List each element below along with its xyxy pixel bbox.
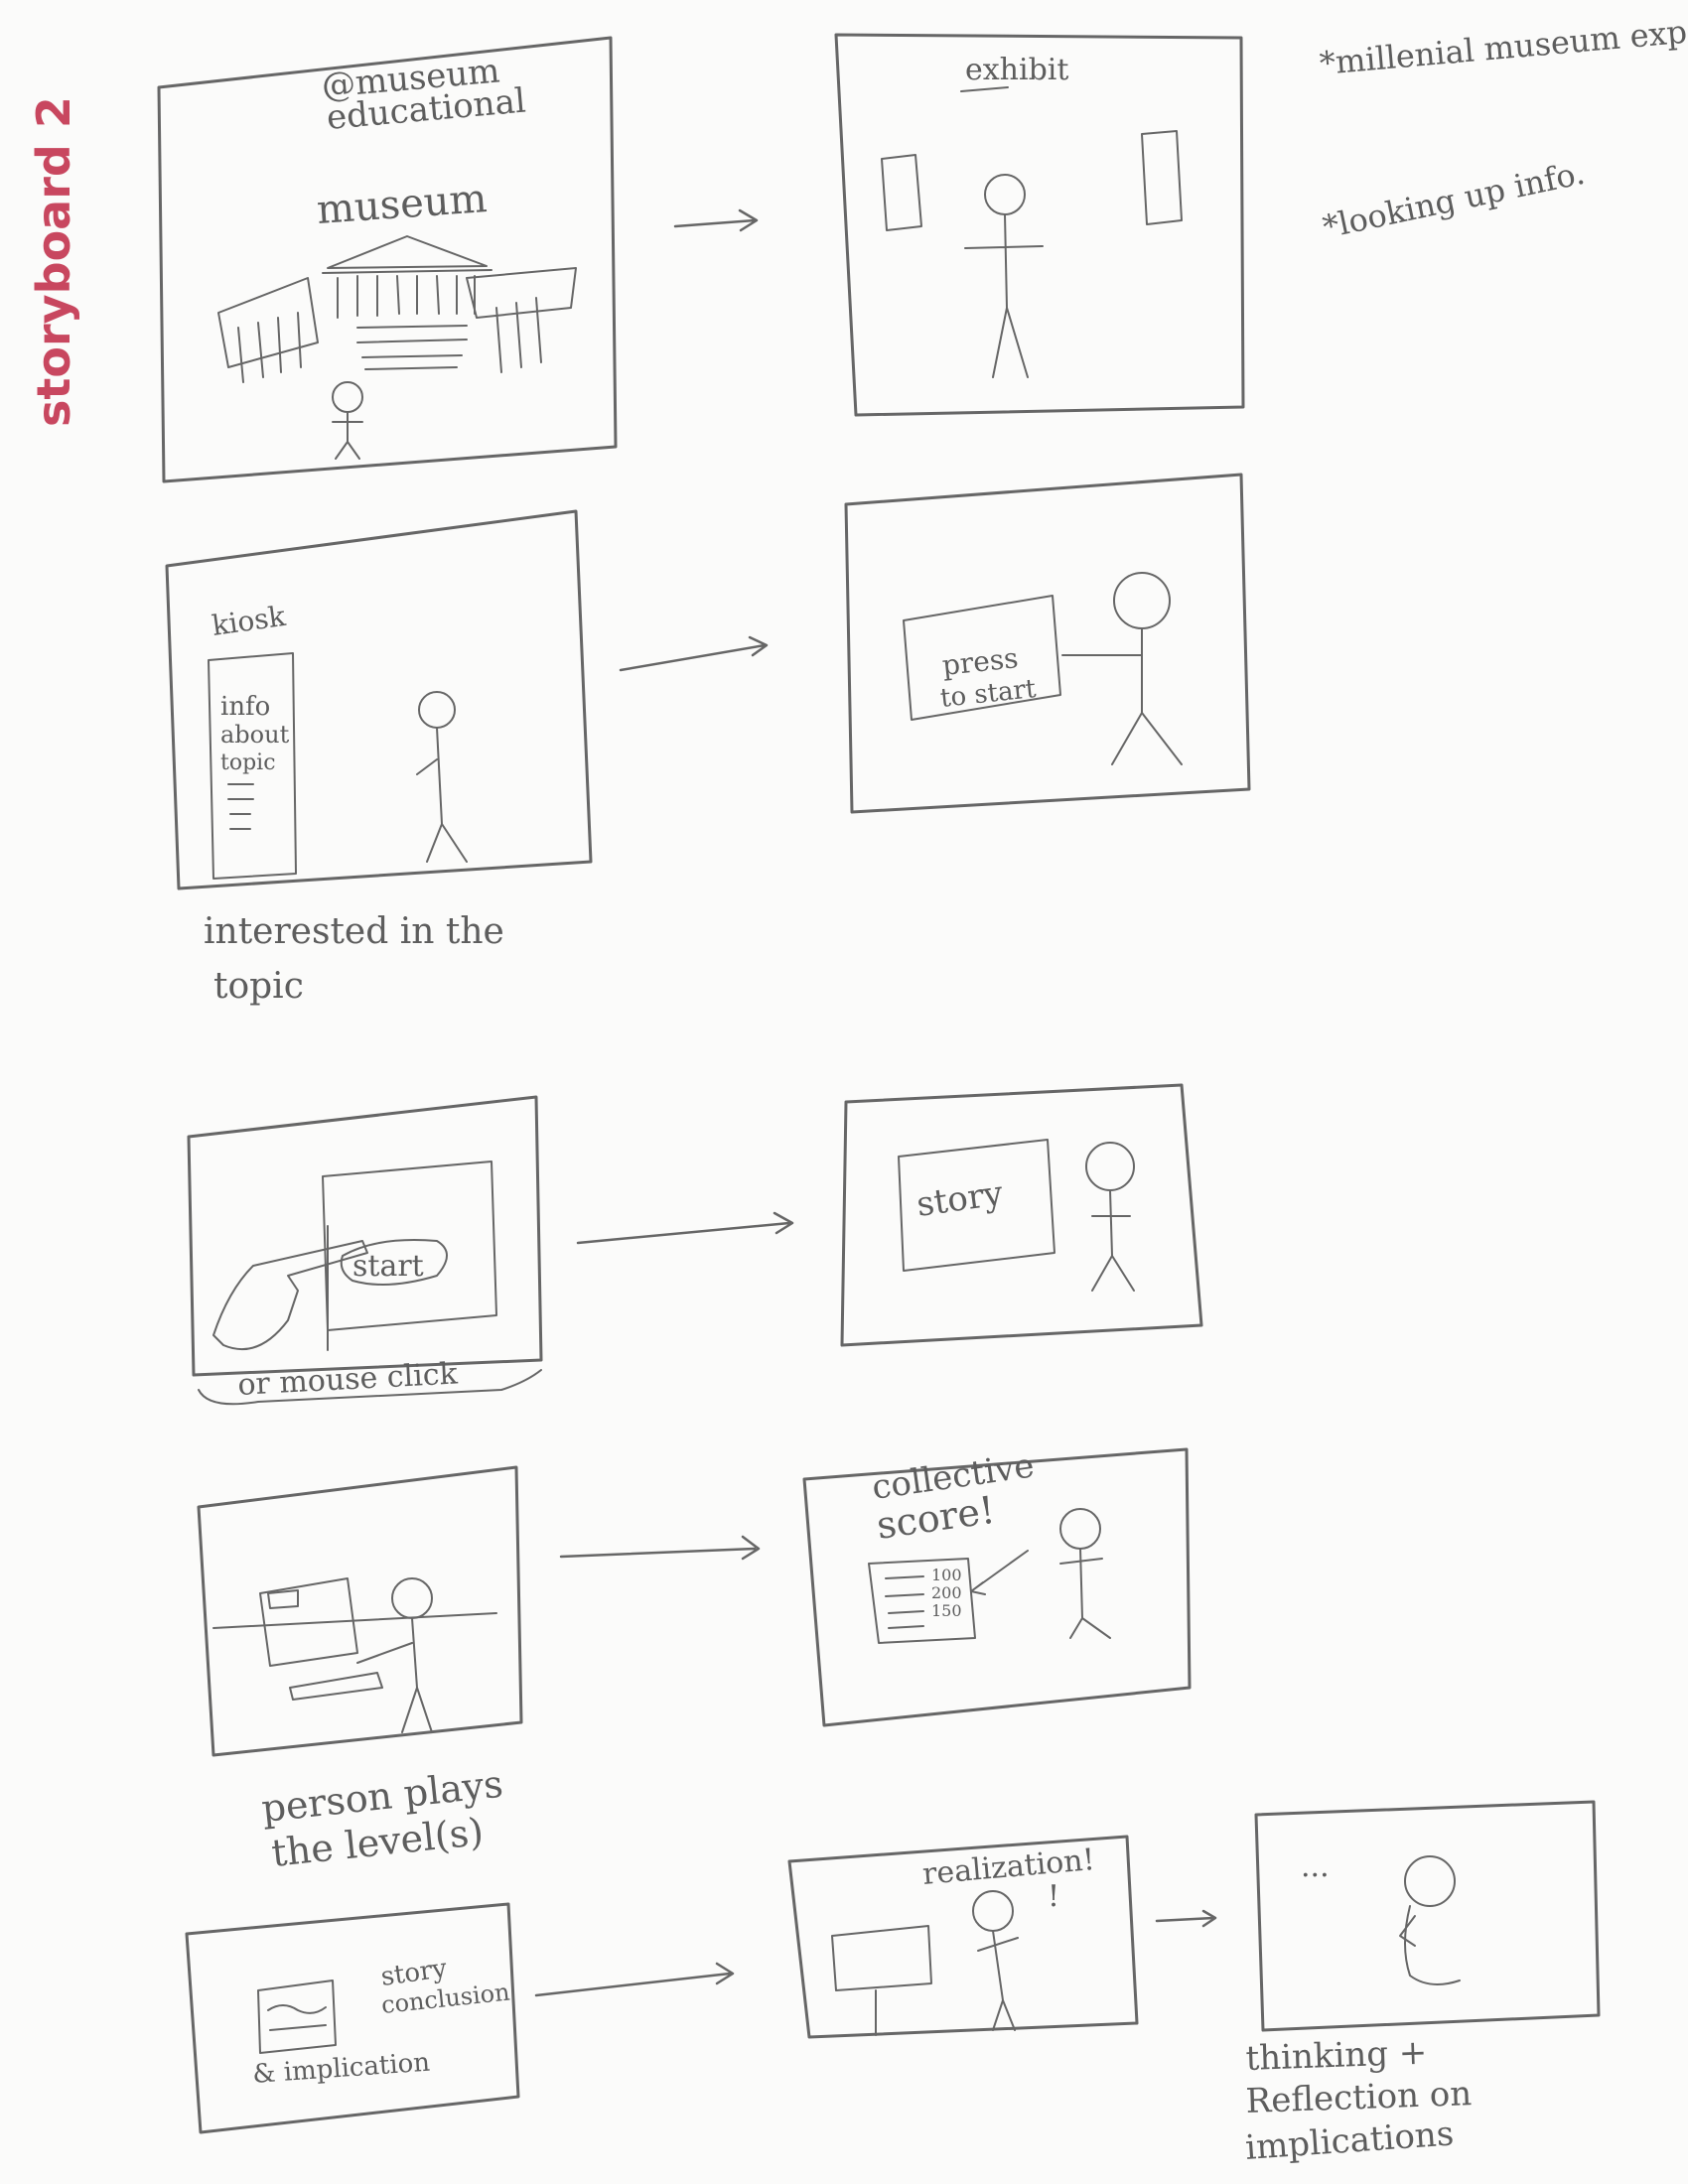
- caption-implications: implications: [1244, 2114, 1456, 2168]
- visitor-figure-icon: [416, 691, 468, 863]
- frame-kiosk-info: info: [220, 692, 270, 722]
- arrow-2: [619, 635, 769, 672]
- frame-museum-exterior: @museum educational museum: [157, 36, 618, 483]
- frame-kiosk-topic: topic: [220, 751, 276, 775]
- frame-story-label: story: [914, 1173, 1007, 1225]
- score-value-3: 150: [931, 1601, 962, 1620]
- note-looking-up-info: *looking up info.: [1320, 154, 1589, 246]
- arrow-1: [673, 208, 759, 232]
- frame-start-caption: or mouse click: [237, 1356, 460, 1403]
- frame-realization-exclaim: !: [1048, 1879, 1059, 1914]
- frame-exhibit: exhibit: [834, 33, 1245, 417]
- frame-press-to-start: press to start: [844, 473, 1251, 814]
- caption-thinking: thinking +: [1245, 2033, 1428, 2079]
- caption-interested: interested in the: [204, 911, 504, 952]
- pointing-hand-icon: [212, 1225, 368, 1351]
- frame-story-conclusion: story conclusion & implication: [185, 1902, 520, 2134]
- museum-building-icon: [217, 235, 577, 383]
- arrow-3: [576, 1211, 794, 1245]
- frame-thinking-dots: ...: [1301, 1849, 1330, 1884]
- visitor-figure-icon: [332, 381, 363, 460]
- arrow-6: [1155, 1909, 1217, 1928]
- frame-conclusion-implication: & implication: [251, 2048, 431, 2090]
- visitor-figure-icon: [1085, 1142, 1135, 1292]
- frame-thinking-caption: thinking + Reflection on implications: [1244, 2033, 1473, 2168]
- frame-start-click: start or mouse click: [187, 1095, 543, 1406]
- frame-museum-label: museum: [315, 176, 488, 233]
- score-value-2: 200: [931, 1583, 962, 1602]
- frame-kiosk-about: about: [220, 721, 290, 749]
- frame-exhibit-label: exhibit: [965, 53, 1068, 87]
- arrow-5: [534, 1962, 735, 1997]
- caption-topic: topic: [213, 966, 304, 1007]
- visitor-figure-icon: [964, 174, 1044, 378]
- note-millenial: *millenial museum experience: [1318, 2, 1688, 82]
- arrow-4: [559, 1535, 761, 1561]
- frame-thinking: ...: [1254, 1800, 1601, 2032]
- frame-collective-score: collective score! 100 200 150: [802, 1445, 1192, 1727]
- player-figure-icon: [356, 1577, 433, 1733]
- thinking-figure-icon: [1399, 1855, 1461, 1985]
- visitor-figure-icon: [1059, 1508, 1111, 1639]
- frame-kiosk-caption: interested in the topic: [204, 911, 504, 1007]
- frame-kiosk: kiosk info about topic: [165, 509, 593, 890]
- frame-play-level: [197, 1465, 523, 1757]
- scoreboard: 100 200 150: [868, 1550, 1029, 1644]
- surprised-figure-icon: [972, 1890, 1019, 2031]
- storyboard-title: storyboard 2: [27, 96, 80, 427]
- frame-story: story: [840, 1083, 1203, 1347]
- frame-kiosk-label: kiosk: [210, 600, 288, 642]
- frame-realization: realization! !: [787, 1835, 1139, 2039]
- storyboard-page: storyboard 2 @museum educational museum …: [27, 2, 1688, 2168]
- frame-play-caption: person plays the level(s): [259, 1762, 504, 1875]
- frame-press-label: press: [940, 641, 1020, 682]
- score-value-1: 100: [931, 1566, 962, 1584]
- visitor-figure-icon: [1061, 572, 1183, 765]
- side-notes: *millenial museum experience *looking up…: [1318, 2, 1688, 246]
